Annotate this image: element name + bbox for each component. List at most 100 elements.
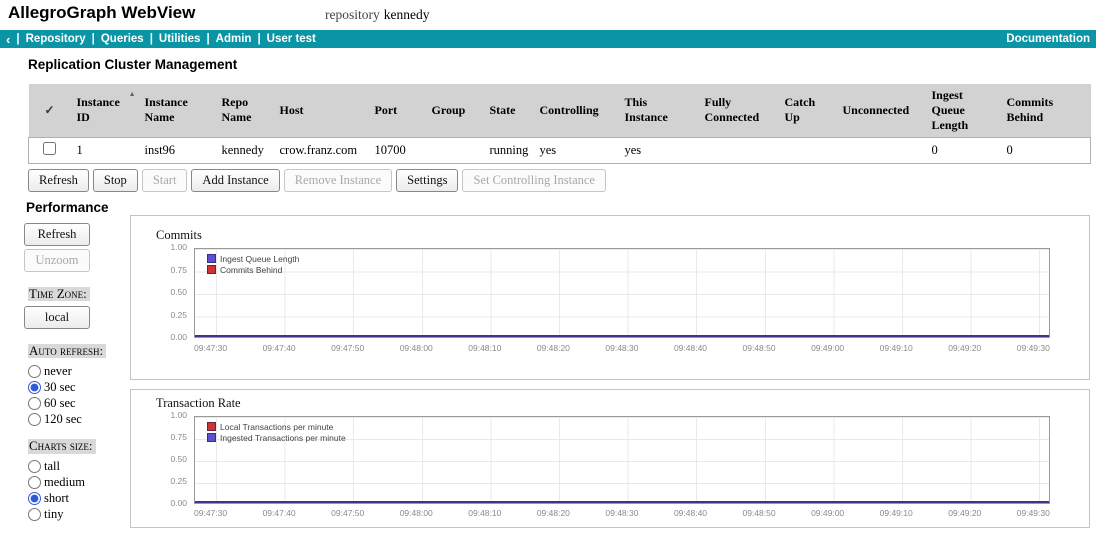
x-tick-label: 09:49:00 <box>811 508 845 518</box>
x-tick-label: 09:47:50 <box>331 343 365 353</box>
transaction-rate-chart-title: Transaction Rate <box>156 396 241 410</box>
x-tick-label: 09:48:00 <box>399 343 433 353</box>
legend-swatch <box>207 422 216 431</box>
radio-label: tall <box>44 459 60 474</box>
auto-refresh-option-never[interactable]: never <box>28 363 126 379</box>
cell-controlling: yes <box>533 136 619 164</box>
nav-separator: | <box>206 33 210 45</box>
radio-label: 60 sec <box>44 395 76 410</box>
col-header-fully-connected[interactable]: Fully Connected <box>698 84 779 137</box>
performance-refresh-button[interactable]: Refresh <box>24 223 90 246</box>
cell-host: crow.franz.com <box>273 136 369 164</box>
transaction-rate-plot-area[interactable]: Local Transactions per minute Ingested T… <box>194 416 1050 504</box>
col-header-ingest-queue-length[interactable]: Ingest Queue Length <box>925 84 1001 137</box>
x-tick-label: 09:47:30 <box>194 343 228 353</box>
nav-item-repository[interactable]: Repository <box>26 33 86 45</box>
col-header-commits-behind[interactable]: Commits Behind <box>1000 84 1091 137</box>
row-select-cell <box>28 136 71 164</box>
refresh-button[interactable]: Refresh <box>28 169 89 192</box>
transaction-rate-chart: Transaction Rate 1.00 0.75 0.50 0.25 0.0… <box>130 389 1090 528</box>
table-header-row: ✓ Instance ID ▲ Instance Name Repo Name … <box>28 84 1091 137</box>
col-header-state[interactable]: State <box>483 84 534 137</box>
legend-label: Commits Behind <box>220 264 283 275</box>
nav-separator: | <box>257 33 261 45</box>
transaction-rate-legend: Local Transactions per minute Ingested T… <box>207 421 346 443</box>
x-tick-label: 09:48:30 <box>605 343 639 353</box>
x-tick-label: 09:47:30 <box>194 508 228 518</box>
nav-item-utilities[interactable]: Utilities <box>159 33 201 45</box>
col-header-host[interactable]: Host <box>273 84 369 137</box>
x-tick-label: 09:48:40 <box>673 508 708 518</box>
nav-item-admin[interactable]: Admin <box>216 33 252 45</box>
legend-label: Ingest Queue Length <box>220 253 300 264</box>
nav-separator: | <box>16 33 20 45</box>
x-tick-label: 09:48:50 <box>742 508 776 518</box>
select-all-header[interactable]: ✓ <box>28 84 71 137</box>
series-line-zero <box>195 501 1049 503</box>
radio-label: medium <box>44 475 85 490</box>
legend-swatch <box>207 265 216 274</box>
radio-label: short <box>44 491 69 506</box>
x-tick-label: 09:49:30 <box>1016 343 1050 353</box>
x-tick-label: 09:49:10 <box>879 508 913 518</box>
nav-item-user-test[interactable]: User test <box>267 33 316 45</box>
cell-repo-name: kennedy <box>215 136 274 164</box>
radio-never[interactable] <box>28 364 41 378</box>
cell-this-instance: yes <box>618 136 699 164</box>
radio-medium[interactable] <box>28 476 41 490</box>
cell-group <box>425 136 484 164</box>
settings-button[interactable]: Settings <box>396 169 459 192</box>
x-tick-label: 09:48:30 <box>605 508 639 518</box>
cluster-action-row: Refresh Stop Start Add Instance Remove I… <box>28 169 606 192</box>
auto-refresh-option-30-sec[interactable]: 30 sec <box>28 379 126 395</box>
nav-item-queries[interactable]: Queries <box>101 33 144 45</box>
y-tick-label: 0.50 <box>170 287 187 297</box>
charts-size-option-medium[interactable]: medium <box>28 475 126 491</box>
top-header: AllegroGraph WebView repository kennedy <box>0 0 1096 30</box>
nav-item-documentation[interactable]: Documentation <box>1006 33 1090 45</box>
charts-size-option-short[interactable]: short <box>28 491 126 507</box>
x-tick-label: 09:47:40 <box>262 508 296 518</box>
cluster-table: ✓ Instance ID ▲ Instance Name Repo Name … <box>28 84 1091 164</box>
auto-refresh-option-120-sec[interactable]: 120 sec <box>28 411 126 427</box>
main-navbar: ‹ | Repository | Queries | Utilities | A… <box>0 30 1096 48</box>
app-title: AllegroGraph WebView <box>8 3 196 22</box>
row-select-checkbox[interactable] <box>43 141 57 155</box>
nav-back-icon[interactable]: ‹ <box>6 33 10 46</box>
col-header-port[interactable]: Port <box>368 84 426 137</box>
radio-label: never <box>44 363 72 378</box>
time-zone-label: Time Zone: <box>28 286 90 302</box>
radio-tiny[interactable] <box>28 508 41 522</box>
col-header-repo-name[interactable]: Repo Name <box>215 84 274 137</box>
add-instance-button[interactable]: Add Instance <box>191 169 280 192</box>
x-tick-label: 09:49:30 <box>1016 508 1050 518</box>
charts-size-option-tall[interactable]: tall <box>28 459 126 475</box>
repository-name: kennedy <box>383 7 430 22</box>
radio-120-sec[interactable] <box>28 412 41 426</box>
y-tick-label: 0.75 <box>170 432 187 442</box>
radio-short[interactable] <box>28 492 41 506</box>
stop-button[interactable]: Stop <box>92 169 138 192</box>
col-header-instance-name[interactable]: Instance Name <box>138 84 216 137</box>
radio-60-sec[interactable] <box>28 396 41 410</box>
x-tick-label: 09:49:10 <box>879 343 913 353</box>
y-tick-label: 0.00 <box>170 332 187 342</box>
col-header-unconnected[interactable]: Unconnected <box>836 84 926 137</box>
instance-row: 1 inst96 kennedy crow.franz.com 10700 ru… <box>28 136 1091 164</box>
time-zone-button[interactable]: local <box>24 306 90 329</box>
radio-tall[interactable] <box>28 460 41 474</box>
cell-fully-connected <box>698 136 779 164</box>
auto-refresh-option-60-sec[interactable]: 60 sec <box>28 395 126 411</box>
commits-plot-area[interactable]: Ingest Queue Length Commits Behind <box>194 248 1050 338</box>
col-header-instance-id[interactable]: Instance ID ▲ <box>70 84 139 137</box>
x-tick-label: 09:49:20 <box>948 508 982 518</box>
col-header-group[interactable]: Group <box>425 84 484 137</box>
y-tick-label: 0.25 <box>170 310 187 320</box>
charts-size-option-tiny[interactable]: tiny <box>28 507 126 523</box>
col-header-this-instance[interactable]: This Instance <box>618 84 699 137</box>
radio-30-sec[interactable] <box>28 380 41 394</box>
x-tick-label: 09:49:20 <box>948 343 982 353</box>
y-tick-label: 1.00 <box>170 410 187 420</box>
col-header-controlling[interactable]: Controlling <box>533 84 619 137</box>
col-header-catch-up[interactable]: Catch Up <box>778 84 837 137</box>
